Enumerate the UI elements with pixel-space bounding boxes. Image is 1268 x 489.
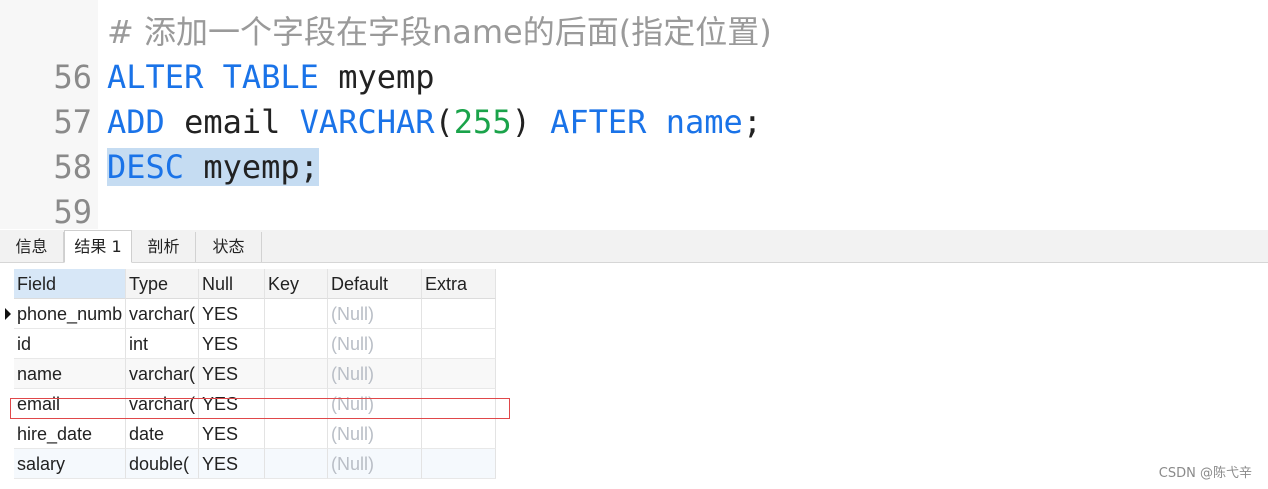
- cell-type[interactable]: varchar(: [126, 359, 199, 389]
- keyword: DESC: [107, 148, 185, 186]
- table-row[interactable]: name varchar( YES (Null): [14, 359, 496, 389]
- keyword: ADD: [107, 103, 165, 141]
- tab-profile[interactable]: 剖析: [132, 232, 196, 262]
- keyword: AFTER: [550, 103, 647, 141]
- identifier: myemp: [318, 58, 435, 96]
- cell-extra[interactable]: [422, 299, 496, 329]
- cell-field[interactable]: hire_date: [14, 419, 126, 449]
- cell-key[interactable]: [265, 419, 328, 449]
- column-header-field[interactable]: Field: [14, 269, 126, 299]
- cell-field[interactable]: phone_numb: [14, 299, 126, 329]
- result-tab-bar: 信息 结果 1 剖析 状态: [0, 230, 1268, 263]
- cell-type[interactable]: date: [126, 419, 199, 449]
- identifier: myemp;: [184, 148, 319, 186]
- tab-result-1[interactable]: 结果 1: [64, 230, 132, 263]
- cell-field[interactable]: salary: [14, 449, 126, 479]
- paren: (: [434, 103, 454, 141]
- column-header-extra[interactable]: Extra: [422, 269, 496, 299]
- keyword: VARCHAR: [299, 103, 435, 141]
- cell-key[interactable]: [265, 299, 328, 329]
- selected-text: DESC myemp;: [107, 148, 319, 186]
- cell-extra[interactable]: [422, 419, 496, 449]
- sql-editor[interactable]: 56 # 添加一个字段在字段name的后面(指定位置) 57 ALTER TAB…: [0, 0, 1268, 229]
- cell-default[interactable]: (Null): [328, 299, 422, 329]
- tab-status[interactable]: 状态: [196, 232, 262, 262]
- watermark: CSDN @陈弋辛: [1158, 466, 1252, 481]
- keyword: ALTER TABLE: [107, 58, 319, 96]
- cell-default[interactable]: (Null): [328, 329, 422, 359]
- table-row[interactable]: phone_numb varchar( YES (Null): [5, 299, 496, 329]
- email-row-highlight-box: [10, 398, 510, 419]
- cell-null[interactable]: YES: [199, 329, 265, 359]
- cell-extra[interactable]: [422, 329, 496, 359]
- semicolon: ;: [742, 103, 763, 141]
- code-line-57[interactable]: 57 ALTER TABLE myemp: [0, 55, 1268, 141]
- comment-text: # 添加一个字段在字段name的后面(指定位置): [107, 13, 772, 51]
- cell-key[interactable]: [265, 329, 328, 359]
- cell-default[interactable]: (Null): [328, 359, 422, 389]
- cell-type[interactable]: varchar(: [126, 299, 199, 329]
- code-line-60[interactable]: 60: [0, 190, 1268, 229]
- cell-default[interactable]: (Null): [328, 449, 422, 479]
- cell-null[interactable]: YES: [199, 419, 265, 449]
- cell-null[interactable]: YES: [199, 449, 265, 479]
- paren: ): [511, 103, 551, 141]
- cell-key[interactable]: [265, 449, 328, 479]
- result-grid[interactable]: Field Type Null Key Default Extra phone_…: [5, 269, 496, 479]
- identifier: email: [164, 103, 300, 141]
- current-row-arrow-icon: [5, 308, 11, 320]
- cell-extra[interactable]: [422, 359, 496, 389]
- cell-default[interactable]: (Null): [328, 419, 422, 449]
- table-row[interactable]: salary double( YES (Null): [14, 449, 496, 479]
- column-header-default[interactable]: Default: [328, 269, 422, 299]
- code-line-59[interactable]: 59 DESC myemp;: [0, 145, 1268, 229]
- grid-header-row: Field Type Null Key Default Extra: [14, 269, 496, 299]
- column-header-type[interactable]: Type: [126, 269, 199, 299]
- column-header-key[interactable]: Key: [265, 269, 328, 299]
- keyword: name: [665, 103, 743, 141]
- cell-null[interactable]: YES: [199, 299, 265, 329]
- number-literal: 255: [453, 103, 512, 141]
- column-header-null[interactable]: Null: [199, 269, 265, 299]
- code-line-56[interactable]: 56 # 添加一个字段在字段name的后面(指定位置): [0, 10, 1268, 96]
- cell-null[interactable]: YES: [199, 359, 265, 389]
- cell-type[interactable]: double(: [126, 449, 199, 479]
- cell-extra[interactable]: [422, 449, 496, 479]
- cell-type[interactable]: int: [126, 329, 199, 359]
- code-line-58[interactable]: 58 ADD email VARCHAR(255) AFTER name;: [0, 100, 1268, 186]
- table-row[interactable]: id int YES (Null): [14, 329, 496, 359]
- tab-info[interactable]: 信息: [0, 232, 64, 262]
- cell-key[interactable]: [265, 359, 328, 389]
- table-row[interactable]: hire_date date YES (Null): [14, 419, 496, 449]
- cell-field[interactable]: name: [14, 359, 126, 389]
- cell-field[interactable]: id: [14, 329, 126, 359]
